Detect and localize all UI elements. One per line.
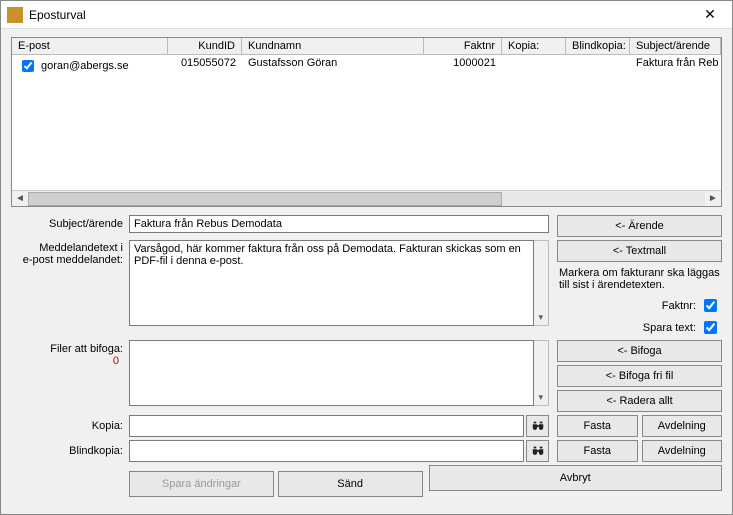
spara-text-checkbox[interactable] bbox=[704, 321, 717, 334]
message-scrollbar[interactable]: ▾ bbox=[534, 240, 549, 326]
row-subject: Faktura från Reb bbox=[630, 55, 721, 77]
blindkopia-label: Blindkopia: bbox=[11, 445, 127, 457]
radera-allt-button[interactable]: <- Radera allt bbox=[557, 390, 722, 412]
titlebar: Eposturval ✕ bbox=[1, 1, 732, 29]
message-label: Meddelandetext i e-post meddelandet: bbox=[11, 240, 127, 266]
table-row[interactable]: goran@abergs.se 015055072 Gustafsson Gör… bbox=[12, 55, 721, 77]
subject-label: Subject/ärende bbox=[11, 215, 127, 230]
row-kopia bbox=[502, 55, 566, 77]
col-blindkopia[interactable]: Blindkopia: bbox=[566, 38, 630, 54]
files-count: 0 bbox=[11, 355, 123, 367]
email-grid[interactable]: E-post KundID Kundnamn Faktnr Kopia: Bli… bbox=[11, 37, 722, 207]
spara-text-checkbox-label: Spara text: bbox=[643, 322, 696, 334]
col-email[interactable]: E-post bbox=[12, 38, 168, 54]
chevron-down-icon[interactable]: ▾ bbox=[534, 389, 548, 405]
scroll-right-icon[interactable]: ► bbox=[705, 193, 721, 204]
kopia-search-button[interactable] bbox=[526, 415, 549, 437]
col-kundid[interactable]: KundID bbox=[168, 38, 242, 54]
files-label: Filer att bifoga: 0 bbox=[11, 340, 127, 367]
col-kundnamn[interactable]: Kundnamn bbox=[242, 38, 424, 54]
window-title: Eposturval bbox=[29, 8, 690, 22]
col-kopia[interactable]: Kopia: bbox=[502, 38, 566, 54]
fasta-resenarer-kopia-button[interactable]: Fasta resenärer bbox=[557, 415, 638, 437]
close-button[interactable]: ✕ bbox=[690, 2, 730, 28]
row-faktnr: 1000021 bbox=[424, 55, 502, 77]
avdelning-kopia-button[interactable]: Avdelning bbox=[642, 415, 723, 437]
spara-andringar-button[interactable]: Spara ändringar bbox=[129, 471, 274, 497]
arende-button[interactable]: <- Ärende bbox=[557, 215, 722, 237]
subject-input[interactable] bbox=[129, 215, 549, 233]
grid-horizontal-scrollbar[interactable]: ◄ ► bbox=[12, 190, 721, 206]
blindkopia-search-button[interactable] bbox=[526, 440, 549, 462]
files-textarea[interactable] bbox=[129, 340, 534, 406]
kopia-input[interactable] bbox=[129, 415, 524, 437]
app-icon bbox=[7, 7, 23, 23]
kopia-label: Kopia: bbox=[11, 420, 127, 432]
row-kundnamn: Gustafsson Göran bbox=[242, 55, 424, 77]
window: Eposturval ✕ E-post KundID Kundnamn Fakt… bbox=[0, 0, 733, 515]
faktnr-checkbox-label: Faktnr: bbox=[662, 300, 696, 312]
scroll-left-icon[interactable]: ◄ bbox=[12, 193, 28, 204]
grid-header: E-post KundID Kundnamn Faktnr Kopia: Bli… bbox=[12, 38, 721, 55]
note-text: Markera om fakturanr ska läggas till sis… bbox=[557, 265, 722, 293]
avdelning-blindkopia-button[interactable]: Avdelning bbox=[642, 440, 723, 462]
row-blindkopia bbox=[566, 55, 630, 77]
faktnr-checkbox[interactable] bbox=[704, 299, 717, 312]
avbryt-button[interactable]: Avbryt bbox=[429, 465, 723, 491]
bifoga-fri-fil-button[interactable]: <- Bifoga fri fil bbox=[557, 365, 722, 387]
message-textarea[interactable] bbox=[129, 240, 534, 326]
bifoga-button[interactable]: <- Bifoga bbox=[557, 340, 722, 362]
binoculars-icon bbox=[531, 444, 545, 458]
textmall-button[interactable]: <- Textmall bbox=[557, 240, 722, 262]
grid-body[interactable]: goran@abergs.se 015055072 Gustafsson Gör… bbox=[12, 55, 721, 190]
fasta-resenarer-blindkopia-button[interactable]: Fasta resenärer bbox=[557, 440, 638, 462]
row-kundid: 015055072 bbox=[168, 55, 242, 77]
col-faktnr[interactable]: Faktnr bbox=[424, 38, 502, 54]
form: Subject/ärende <- Ärende Meddelandetext … bbox=[11, 215, 722, 497]
row-email: goran@abergs.se bbox=[41, 60, 129, 72]
client-area: E-post KundID Kundnamn Faktnr Kopia: Bli… bbox=[1, 29, 732, 514]
chevron-down-icon[interactable]: ▾ bbox=[534, 309, 548, 325]
scroll-track[interactable] bbox=[28, 192, 705, 206]
files-scrollbar[interactable]: ▾ bbox=[534, 340, 549, 406]
col-subject[interactable]: Subject/ärende bbox=[630, 38, 721, 54]
blindkopia-input[interactable] bbox=[129, 440, 524, 462]
binoculars-icon bbox=[531, 419, 545, 433]
scroll-thumb[interactable] bbox=[28, 192, 502, 206]
sand-button[interactable]: Sänd bbox=[278, 471, 423, 497]
row-checkbox[interactable] bbox=[22, 60, 34, 72]
